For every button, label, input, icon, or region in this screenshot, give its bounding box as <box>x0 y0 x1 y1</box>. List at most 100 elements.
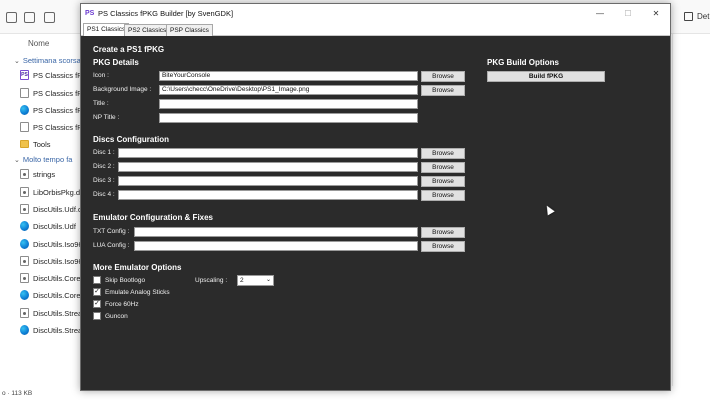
disc4-browse-button[interactable]: Browse <box>421 190 465 201</box>
emulate-analog-sticks-checkbox[interactable]: ✓ Emulate Analog Sticks <box>93 288 170 296</box>
emulator-config-heading: Emulator Configuration & Fixes <box>93 213 214 222</box>
edge-icon <box>20 105 29 115</box>
txt-config-browse-button[interactable]: Browse <box>421 227 465 238</box>
cut-icon[interactable] <box>24 12 35 23</box>
np-title-label: NP Title : <box>93 114 120 121</box>
file-name: DiscUtils.Udf.dll <box>33 204 82 214</box>
close-button[interactable]: ✕ <box>642 4 670 22</box>
background-image-label: Background Image : <box>93 86 152 93</box>
icon-label: Icon : <box>93 72 109 79</box>
page-title: Create a PS1 fPKG <box>93 45 165 54</box>
list-item[interactable]: DiscUtils.Core <box>20 288 82 302</box>
checkbox-label: Skip Bootlogo <box>105 276 146 284</box>
build-options-heading: PKG Build Options <box>487 58 559 67</box>
new-item-icon[interactable] <box>6 12 17 23</box>
lua-config-browse-button[interactable]: Browse <box>421 241 465 252</box>
discs-heading: Discs Configuration <box>93 135 170 144</box>
column-header-name[interactable]: Nome <box>28 39 49 48</box>
copy-icon[interactable] <box>44 12 55 23</box>
title-label: Title : <box>93 100 109 107</box>
list-item[interactable]: DiscUtils.Iso9660 <box>20 254 82 268</box>
list-item[interactable]: PS Classics fPKG <box>20 120 82 134</box>
list-item[interactable]: DiscUtils.Core.dll <box>20 271 82 285</box>
gear-file-icon <box>20 187 29 197</box>
maximize-button[interactable]: ☐ <box>614 4 642 22</box>
pkg-details-heading: PKG Details <box>93 58 139 67</box>
list-item[interactable]: PS Classics fPKG <box>20 86 82 100</box>
file-name: PS Classics fPKG <box>33 88 82 98</box>
disc3-browse-button[interactable]: Browse <box>421 176 465 187</box>
list-item[interactable]: strings <box>20 167 82 181</box>
checkmark-icon: ✓ <box>93 300 101 308</box>
details-pane-icon <box>684 12 693 21</box>
list-item[interactable]: DiscUtils.Udf.dll <box>20 202 82 216</box>
icon-field[interactable]: BiteYourConsole <box>159 71 418 81</box>
upscaling-select[interactable]: 2 ⌄ <box>237 275 274 286</box>
background-image-field[interactable]: C:\Users\checc\OneDrive\Desktop\PS1_Imag… <box>159 85 418 95</box>
lua-config-label: LUA Config : <box>93 242 130 249</box>
disc1-field[interactable] <box>118 148 418 158</box>
background-image-browse-button[interactable]: Browse <box>421 85 465 96</box>
list-item[interactable]: Tools <box>20 137 82 151</box>
file-name: DiscUtils.Core.dll <box>33 273 82 283</box>
gear-file-icon <box>20 256 29 266</box>
details-button[interactable]: Det <box>684 12 709 21</box>
tab-bar: PS1 Classics PS2 Classics PSP Classics <box>81 22 670 36</box>
chevron-down-icon: ⌄ <box>265 277 271 283</box>
title-bar[interactable]: PS PS Classics fPKG Builder [by SvenGDK]… <box>81 4 670 22</box>
list-item[interactable]: DiscUtils.Iso9660 <box>20 237 82 251</box>
disc3-field[interactable] <box>118 176 418 186</box>
list-item[interactable]: DiscUtils.Udf <box>20 219 82 233</box>
gear-file-icon <box>20 273 29 283</box>
checkmark-icon: ✓ <box>93 288 101 296</box>
list-item[interactable]: PS Classics fPKG <box>20 103 82 117</box>
more-options-heading: More Emulator Options <box>93 263 182 272</box>
list-item[interactable]: DiscUtils.Streams <box>20 323 82 337</box>
checkbox-label: Guncon <box>105 312 128 320</box>
tab-ps1-classics[interactable]: PS1 Classics <box>83 23 130 36</box>
document-icon <box>20 88 29 98</box>
list-item[interactable]: PS PS Classics fPKG <box>20 68 82 82</box>
file-name: PS Classics fPKG <box>33 105 82 115</box>
title-field[interactable] <box>159 99 418 109</box>
disc4-field[interactable] <box>118 190 418 200</box>
tab-psp-classics[interactable]: PSP Classics <box>166 24 213 36</box>
upscaling-value: 2 <box>240 277 244 284</box>
skip-bootlogo-checkbox[interactable]: Skip Bootlogo <box>93 276 145 284</box>
folder-icon <box>20 140 29 148</box>
disc1-label: Disc 1 : <box>93 149 115 156</box>
file-name: PS Classics fPKG <box>33 70 82 80</box>
file-name: DiscUtils.Iso9660 <box>33 256 82 266</box>
edge-icon <box>20 325 29 335</box>
disc3-label: Disc 3 : <box>93 177 115 184</box>
ps1-tab-content: Create a PS1 fPKG PKG Details Icon : Bit… <box>81 37 670 390</box>
ps-app-icon: PS <box>20 70 29 80</box>
chevron-down-icon: ⌄ <box>14 156 20 164</box>
lua-config-field[interactable] <box>134 241 418 251</box>
window-title: PS Classics fPKG Builder [by SvenGDK] <box>98 8 234 18</box>
file-name: Tools <box>33 139 51 149</box>
group-label: Molto tempo fa <box>22 155 73 164</box>
disc1-browse-button[interactable]: Browse <box>421 148 465 159</box>
edge-icon <box>20 221 29 231</box>
build-fpkg-button[interactable]: Build fPKG <box>487 71 605 82</box>
pkg-builder-window: PS PS Classics fPKG Builder [by SvenGDK]… <box>80 3 671 391</box>
minimize-button[interactable]: — <box>586 4 614 22</box>
guncon-checkbox[interactable]: Guncon <box>93 312 128 320</box>
group-label: Settimana scorsa <box>22 56 81 65</box>
disc2-browse-button[interactable]: Browse <box>421 162 465 173</box>
txt-config-field[interactable] <box>134 227 418 237</box>
checkbox-unchecked-icon <box>93 312 101 320</box>
tab-ps2-classics[interactable]: PS2 Classics <box>124 24 171 36</box>
np-title-field[interactable] <box>159 113 418 123</box>
gear-file-icon <box>20 169 29 179</box>
checkbox-unchecked-icon <box>93 276 101 284</box>
group-header[interactable]: ⌄ Molto tempo fa <box>14 155 72 164</box>
list-item[interactable]: DiscUtils.Streams <box>20 306 82 320</box>
list-item[interactable]: LibOrbisPkg.dll <box>20 185 82 199</box>
icon-browse-button[interactable]: Browse <box>421 71 465 82</box>
gear-file-icon <box>20 308 29 318</box>
force-60hz-checkbox[interactable]: ✓ Force 60Hz <box>93 300 139 308</box>
disc2-field[interactable] <box>118 162 418 172</box>
group-header[interactable]: ⌄ Settimana scorsa <box>14 56 81 65</box>
